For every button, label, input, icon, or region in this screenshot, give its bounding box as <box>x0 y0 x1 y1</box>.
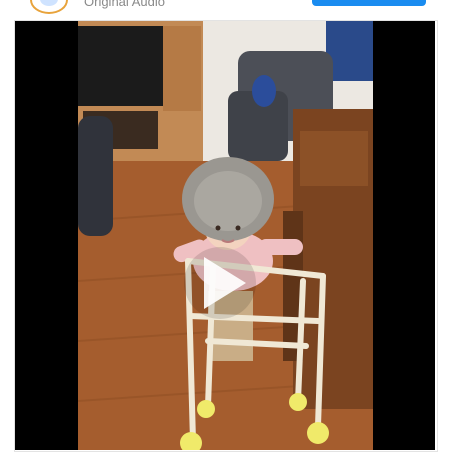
post-header: Original Audio <box>0 0 450 20</box>
audio-label[interactable]: Original Audio <box>84 0 165 9</box>
profile-avatar[interactable] <box>30 0 68 14</box>
video-frame <box>78 21 373 450</box>
play-button[interactable] <box>180 243 260 323</box>
play-icon <box>184 247 256 319</box>
follow-button[interactable] <box>312 0 426 6</box>
video-scene-illustration <box>78 21 373 450</box>
avatar-image <box>40 0 58 6</box>
